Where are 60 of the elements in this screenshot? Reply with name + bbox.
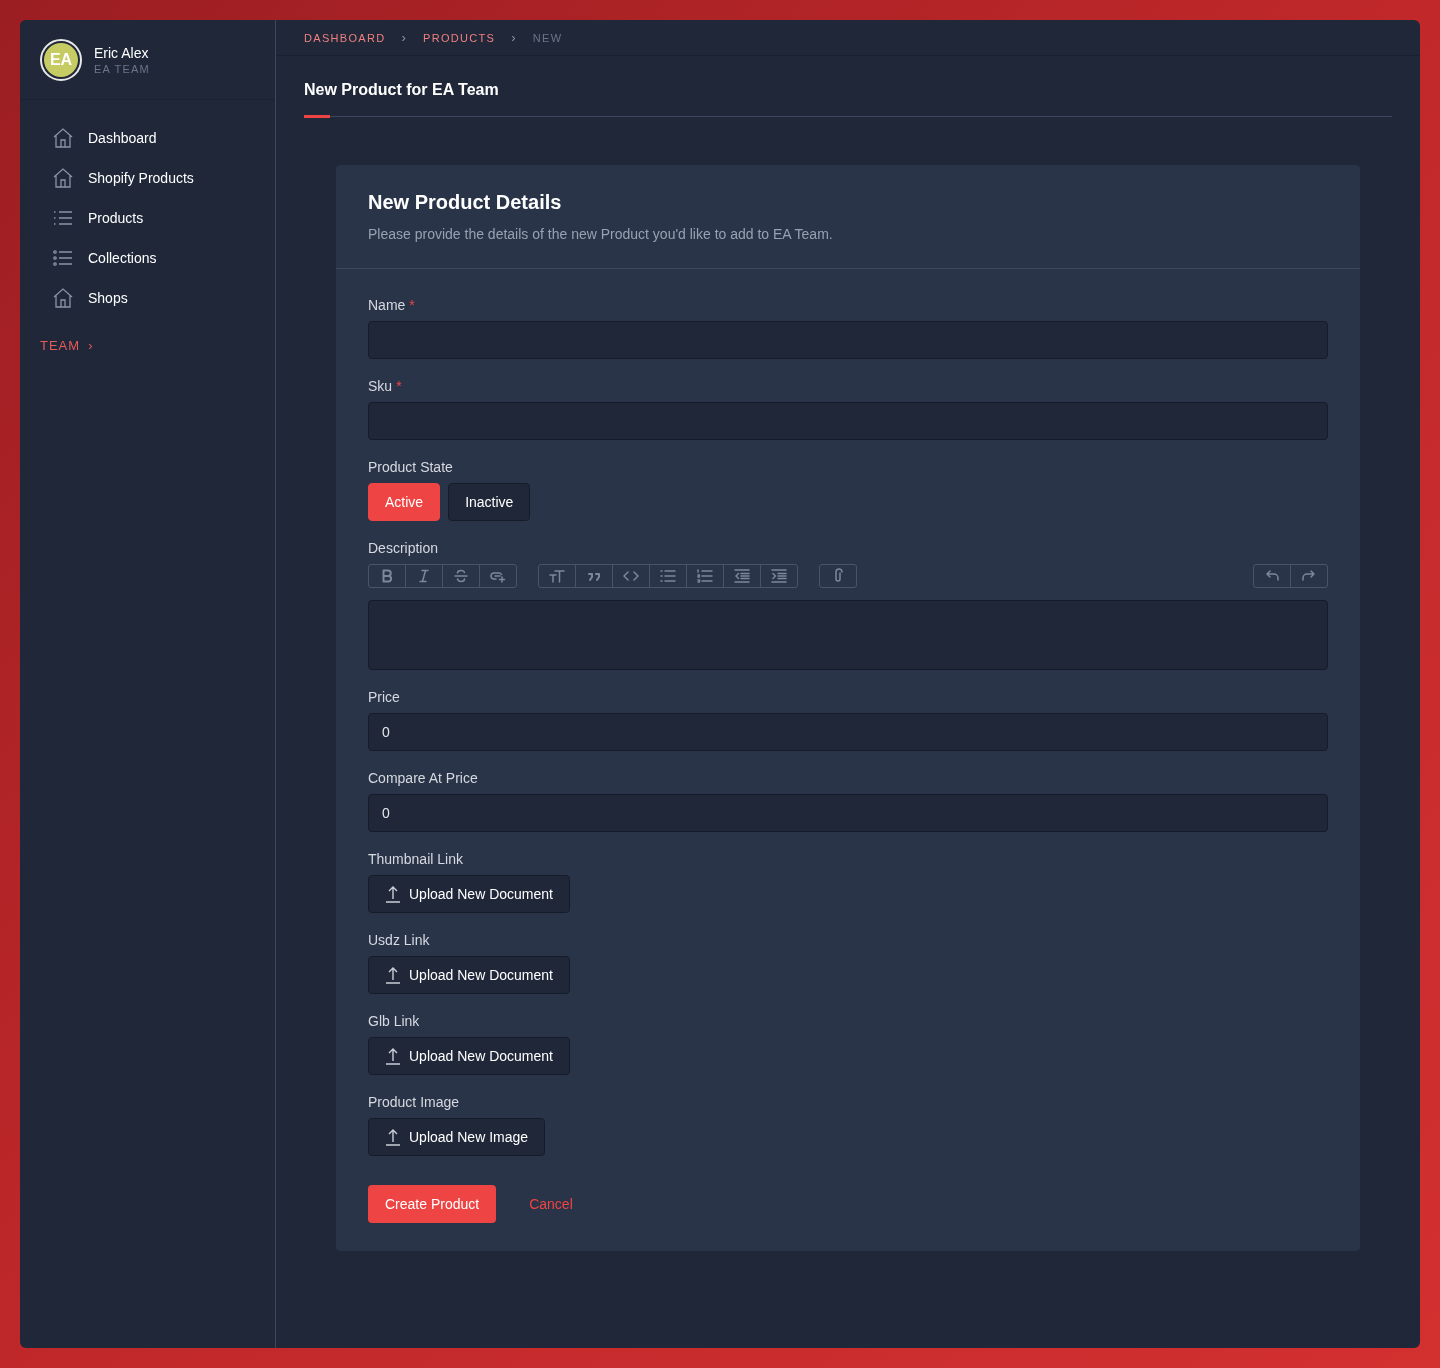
upload-icon	[385, 885, 401, 903]
state-toggle[interactable]: Inactive	[448, 483, 531, 521]
house-icon	[52, 167, 74, 189]
nav-item[interactable]: Shopify Products	[52, 158, 194, 198]
upload-button[interactable]: Upload New Document	[368, 875, 570, 913]
breadcrumb-link[interactable]: DASHBOARD	[304, 31, 386, 44]
italic-icon	[416, 568, 432, 584]
strikethrough-icon	[453, 568, 469, 584]
state-toggle[interactable]: Active	[368, 483, 441, 521]
team-name: EA TEAM	[94, 62, 150, 75]
input-field[interactable]: 0	[368, 713, 1328, 751]
list-icon	[53, 210, 73, 226]
field-label: Glb Link	[368, 1013, 420, 1029]
title-underline	[304, 115, 330, 118]
undo-icon	[1264, 568, 1280, 584]
indent-icon	[771, 568, 787, 584]
chevron-icon: ›	[88, 338, 94, 353]
list-icon	[53, 250, 73, 266]
avatar-initials: EA	[44, 42, 78, 77]
input-field[interactable]	[368, 402, 1328, 440]
card-title: New Product Details	[368, 191, 563, 214]
user-name: Eric Alex	[94, 44, 150, 61]
required-marker: *	[409, 297, 415, 313]
upload-icon	[385, 1128, 401, 1146]
breadcrumb-link[interactable]: PRODUCTS	[423, 31, 496, 44]
upload-button[interactable]: Upload New Image	[368, 1118, 546, 1156]
field-label: Compare At Price	[368, 770, 478, 786]
upload-icon	[385, 1047, 401, 1065]
breadcrumb-separator: ›	[401, 30, 408, 45]
required-marker: *	[396, 378, 402, 394]
house-icon	[52, 127, 74, 149]
upload-button[interactable]: Upload New Document	[368, 1037, 570, 1075]
field-label: Product Image	[368, 1094, 460, 1110]
code-icon	[623, 568, 639, 584]
nav-item[interactable]: Products	[52, 198, 144, 238]
field-label: Thumbnail Link	[368, 851, 463, 867]
create-button[interactable]: Create Product	[368, 1185, 497, 1223]
page-title: New Product for EA Team	[304, 81, 500, 99]
nav-item[interactable]: Dashboard	[52, 118, 157, 158]
field-label: Name	[368, 297, 406, 313]
field-label: Description	[368, 540, 439, 556]
redo-icon	[1301, 568, 1317, 584]
input-field[interactable]	[368, 321, 1328, 359]
house-icon	[52, 287, 74, 309]
upload-icon	[385, 966, 401, 984]
nav-item[interactable]: Shops	[52, 278, 128, 318]
card-subtitle: Please provide the details of the new Product you'd like to add to EA Team.	[368, 226, 834, 242]
nav-item[interactable]: Collections	[52, 238, 157, 278]
outdent-icon	[734, 568, 750, 584]
field-label: Sku	[368, 378, 393, 394]
field-label: Price	[368, 689, 400, 705]
section-label[interactable]: TEAM	[40, 338, 81, 353]
field-label: Usdz Link	[368, 932, 430, 948]
upload-button[interactable]: Upload New Document	[368, 956, 570, 994]
bullet-list-icon	[660, 568, 676, 584]
field-label: Product State	[368, 459, 453, 475]
numbered-list-icon	[697, 568, 713, 584]
breadcrumb-separator: ›	[511, 30, 517, 45]
input-field[interactable]: 0	[368, 794, 1328, 832]
heading-icon	[549, 568, 565, 584]
